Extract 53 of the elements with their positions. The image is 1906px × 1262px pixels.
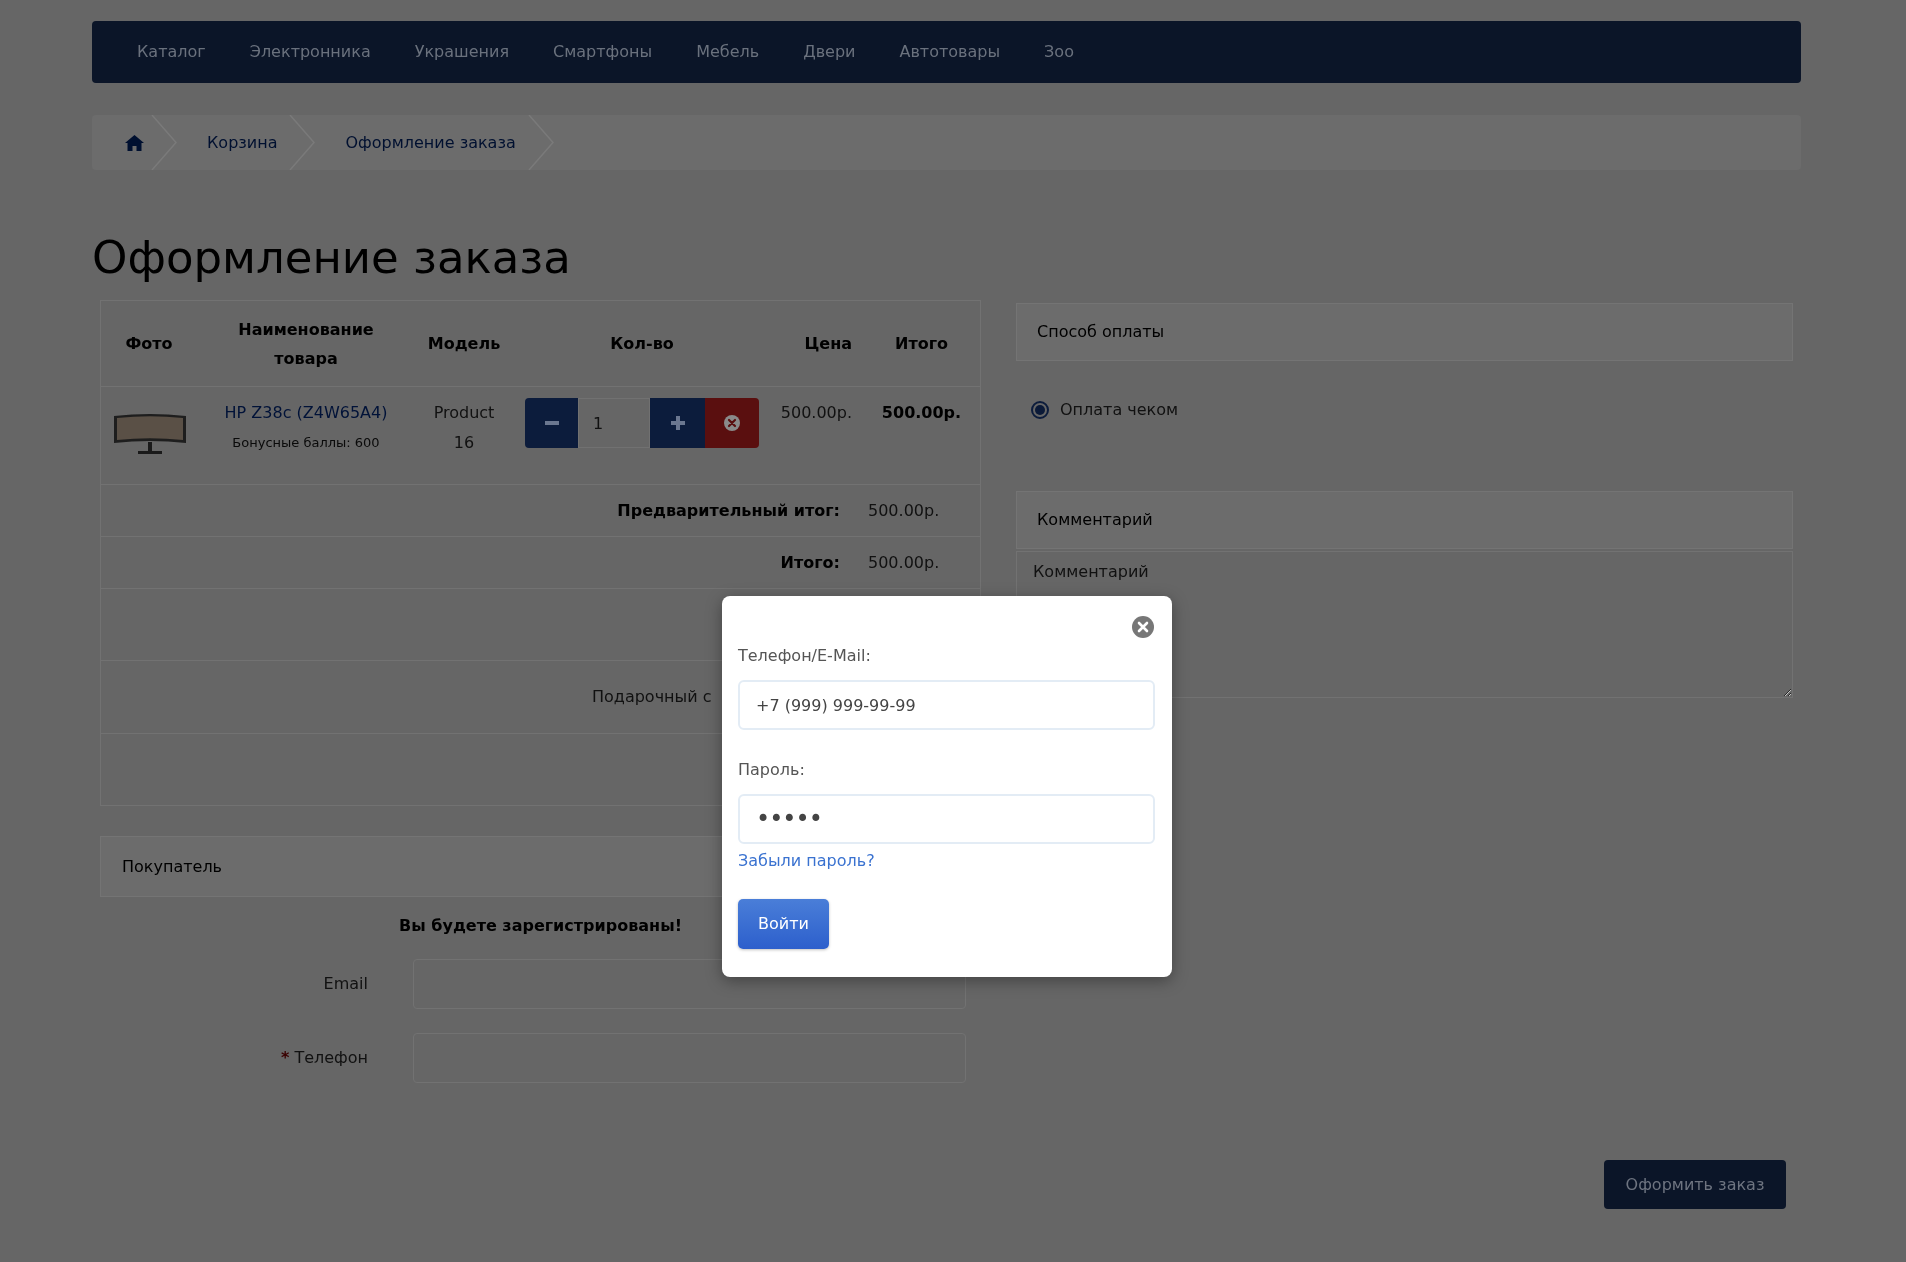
field-label: Пароль: — [738, 760, 805, 779]
radio-button[interactable] — [1031, 401, 1049, 419]
column-header: Цена — [804, 334, 852, 353]
registration-notice: Вы будете зарегистрированы! — [399, 916, 682, 935]
total-value: 500.00р. — [868, 500, 940, 520]
total-value: 500.00р. — [868, 552, 940, 572]
forgot-password-link[interactable]: Забыли пароль? — [738, 851, 875, 870]
panel-title: Покупатель — [122, 855, 223, 878]
column-header: Фото — [125, 334, 173, 353]
column-header: Итого — [895, 334, 948, 353]
decrease-button[interactable] — [525, 398, 578, 448]
password-field[interactable]: ••••• — [738, 794, 1155, 844]
panel-title: Способ оплаты — [1037, 321, 1165, 343]
radio-label: Оплата чеком — [1060, 399, 1179, 421]
column-header: Наименование товара — [238, 319, 374, 368]
total-label: Предварительный итог: — [617, 500, 840, 520]
nav-link[interactable]: Мебель — [696, 40, 760, 64]
monitor-drawing — [114, 412, 186, 454]
bonus-points-text: Бонусные баллы: 600 — [232, 434, 380, 452]
nav-link[interactable]: Двери — [803, 40, 856, 64]
total-label: Итого: — [780, 552, 840, 572]
increase-button[interactable] — [650, 398, 705, 448]
unit-price: 500.00р. — [780, 403, 852, 422]
nav-link[interactable]: Каталог — [137, 40, 206, 64]
breadcrumb-link[interactable]: Оформление заказа — [345, 131, 516, 154]
login-button[interactable]: Войти — [738, 899, 829, 949]
field-label: Телефон — [294, 1047, 368, 1069]
required-mark: * — [281, 1047, 290, 1069]
nav-link[interactable]: Украшения — [414, 40, 510, 64]
nav-link[interactable]: Смартфоны — [553, 40, 653, 64]
panel-title: Комментарий — [1037, 509, 1153, 531]
nav-link[interactable]: Зоо — [1044, 40, 1074, 64]
product-link[interactable]: HP Z38c (Z4W65A4) — [224, 401, 388, 425]
home-icon[interactable] — [125, 134, 144, 151]
nav-link[interactable]: Электронника — [249, 40, 371, 64]
column-header: Модель — [427, 334, 501, 353]
field-label: Email — [323, 973, 368, 995]
login-field[interactable]: +7 (999) 999-99-99 — [738, 680, 1155, 730]
remove-button[interactable] — [705, 398, 759, 448]
nav-link[interactable]: Автотовары — [899, 40, 1001, 64]
column-header: Кол-во — [610, 334, 674, 353]
quantity-field[interactable]: 1 — [578, 398, 650, 448]
place-order-button[interactable]: Оформить заказ — [1604, 1160, 1786, 1209]
plus-icon — [670, 416, 685, 430]
minus-icon — [544, 421, 559, 425]
product-model: Product 16 — [433, 403, 495, 452]
line-total: 500.00р. — [881, 403, 962, 422]
remove-icon — [724, 415, 740, 431]
breadcrumb-link[interactable]: Корзина — [207, 131, 278, 154]
close-icon[interactable] — [1132, 616, 1154, 638]
gift-certificate-label: Подарочный с — [592, 686, 712, 708]
page-title: Оформление заказа — [92, 231, 572, 285]
field-label: Телефон/E-Mail: — [738, 646, 871, 665]
